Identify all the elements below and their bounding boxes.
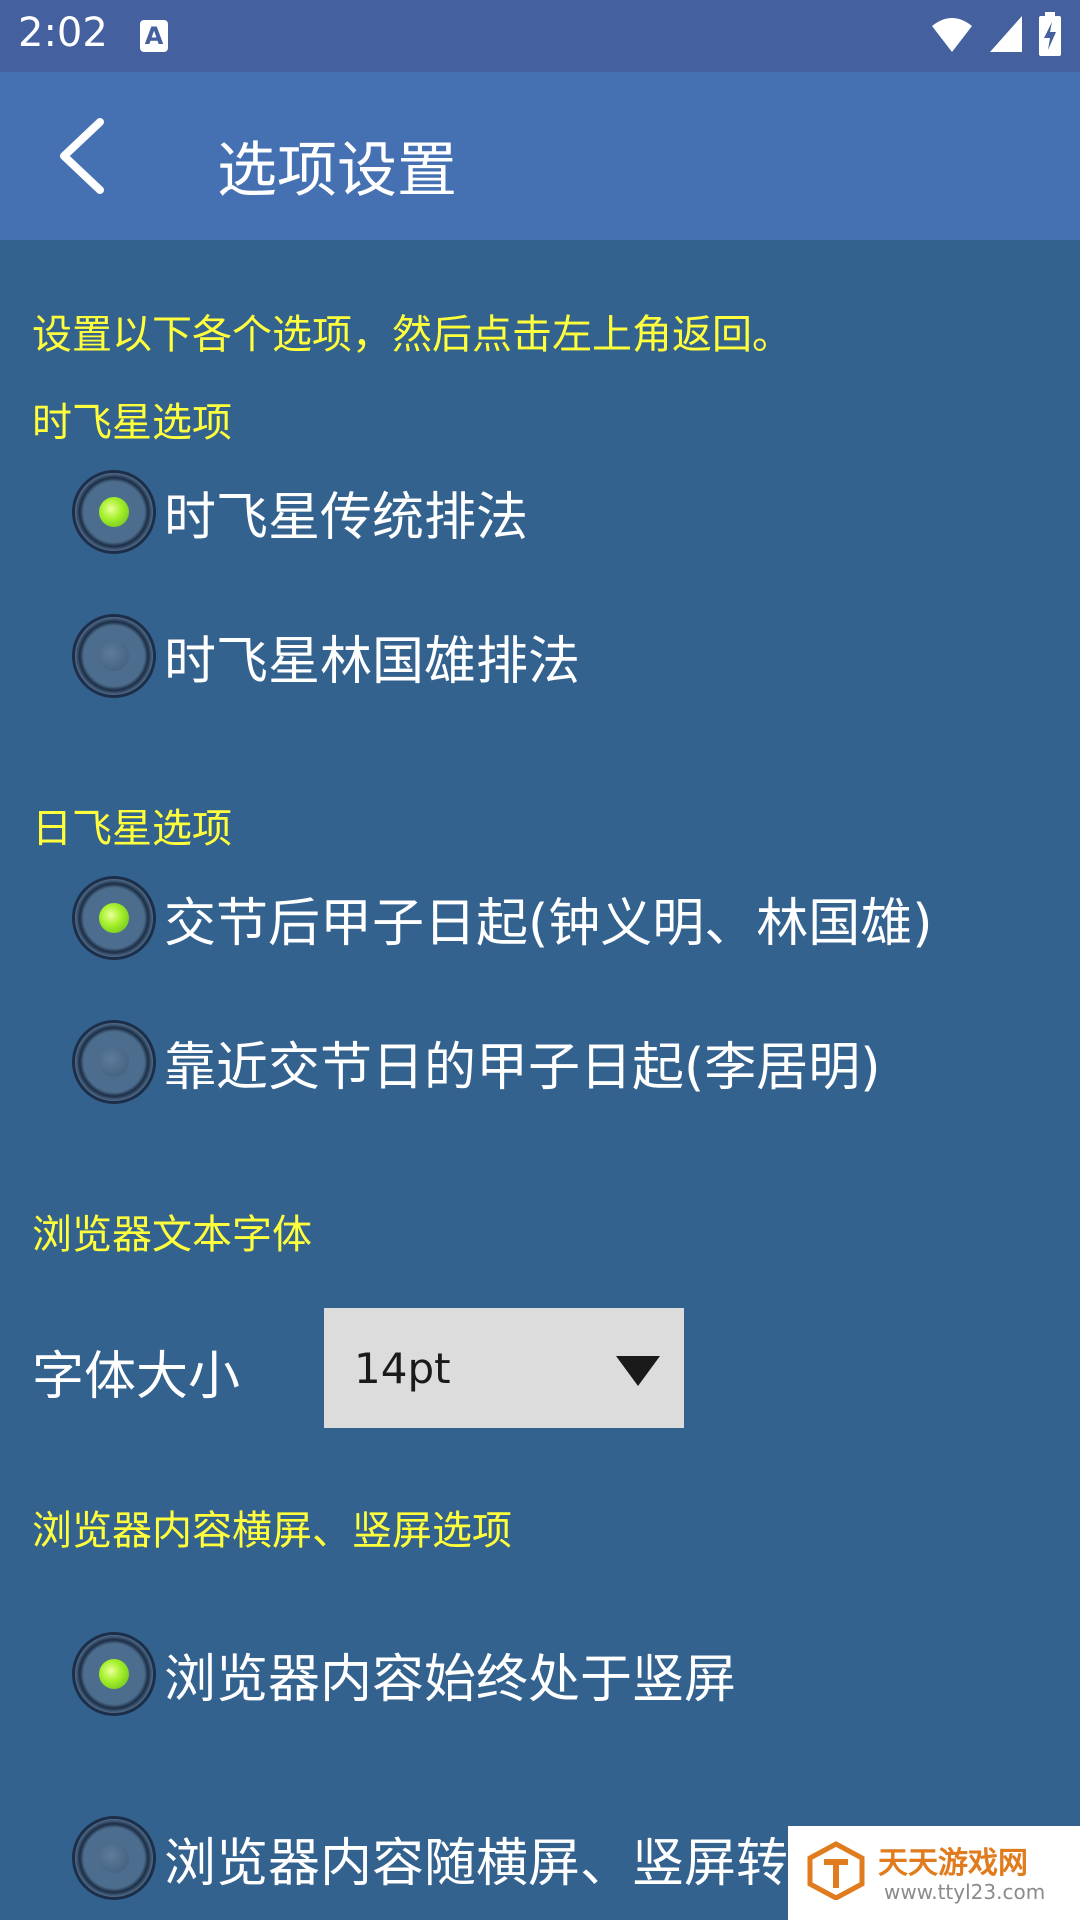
- radio-unselected-dot: [99, 1843, 129, 1873]
- watermark: 天天游戏网 www.ttyl23.com: [788, 1826, 1080, 1920]
- back-arrow-icon[interactable]: [50, 116, 120, 196]
- wifi-icon: [932, 18, 972, 52]
- radio-hour-star-traditional[interactable]: 时飞星传统排法: [72, 466, 528, 558]
- radio-label: 交节后甲子日起(钟义明、林国雄): [164, 893, 933, 954]
- radio-label: 浏览器内容随横屏、竖屏转: [164, 1833, 789, 1894]
- watermark-logo-icon: [807, 1841, 865, 1900]
- radio-button-icon: [72, 876, 156, 960]
- radio-button-icon: [72, 614, 156, 698]
- radio-button-icon: [72, 470, 156, 554]
- font-size-label: 字体大小: [32, 1347, 241, 1407]
- signal-icon: [990, 16, 1022, 52]
- page-title: 选项设置: [217, 136, 457, 206]
- radio-selected-dot: [99, 497, 129, 527]
- radio-label: 时飞星传统排法: [164, 487, 529, 548]
- dropdown-arrow-icon: [616, 1356, 660, 1386]
- radio-label: 靠近交节日的甲子日起(李居明): [164, 1037, 881, 1098]
- radio-selected-dot: [99, 903, 129, 933]
- notification-icon: A: [140, 20, 168, 52]
- radio-day-star-after-solar-term[interactable]: 交节后甲子日起(钟义明、林国雄): [72, 872, 933, 964]
- section-title-browser-font: 浏览器文本字体: [32, 1212, 312, 1258]
- status-bar: 2:02 A: [0, 0, 1080, 72]
- status-icons: [930, 12, 1062, 56]
- section-title-hour-star: 时飞星选项: [32, 400, 232, 446]
- radio-label: 时飞星林国雄排法: [164, 631, 581, 692]
- app-bar: 选项设置: [0, 72, 1080, 240]
- status-time: 2:02: [18, 10, 108, 56]
- radio-hour-star-lin[interactable]: 时飞星林国雄排法: [72, 610, 580, 702]
- watermark-url: www.ttyl23.com: [884, 1880, 1046, 1904]
- radio-button-icon: [72, 1020, 156, 1104]
- radio-day-star-nearest[interactable]: 靠近交节日的甲子日起(李居明): [72, 1016, 881, 1108]
- watermark-name: 天天游戏网: [878, 1846, 1028, 1881]
- radio-unselected-dot: [99, 1047, 129, 1077]
- instruction-text: 设置以下各个选项，然后点击左上角返回。: [32, 312, 792, 358]
- radio-orientation-rotate[interactable]: 浏览器内容随横屏、竖屏转: [72, 1812, 788, 1904]
- radio-orientation-portrait[interactable]: 浏览器内容始终处于竖屏: [72, 1628, 736, 1720]
- section-title-orientation: 浏览器内容横屏、竖屏选项: [32, 1508, 512, 1554]
- radio-unselected-dot: [99, 641, 129, 671]
- font-size-dropdown[interactable]: 14pt: [324, 1308, 684, 1428]
- battery-icon: [1039, 12, 1061, 56]
- radio-button-icon: [72, 1632, 156, 1716]
- radio-label: 浏览器内容始终处于竖屏: [164, 1649, 737, 1710]
- radio-selected-dot: [99, 1659, 129, 1689]
- section-title-day-star: 日飞星选项: [32, 806, 232, 852]
- radio-button-icon: [72, 1816, 156, 1900]
- font-size-value: 14pt: [354, 1344, 451, 1393]
